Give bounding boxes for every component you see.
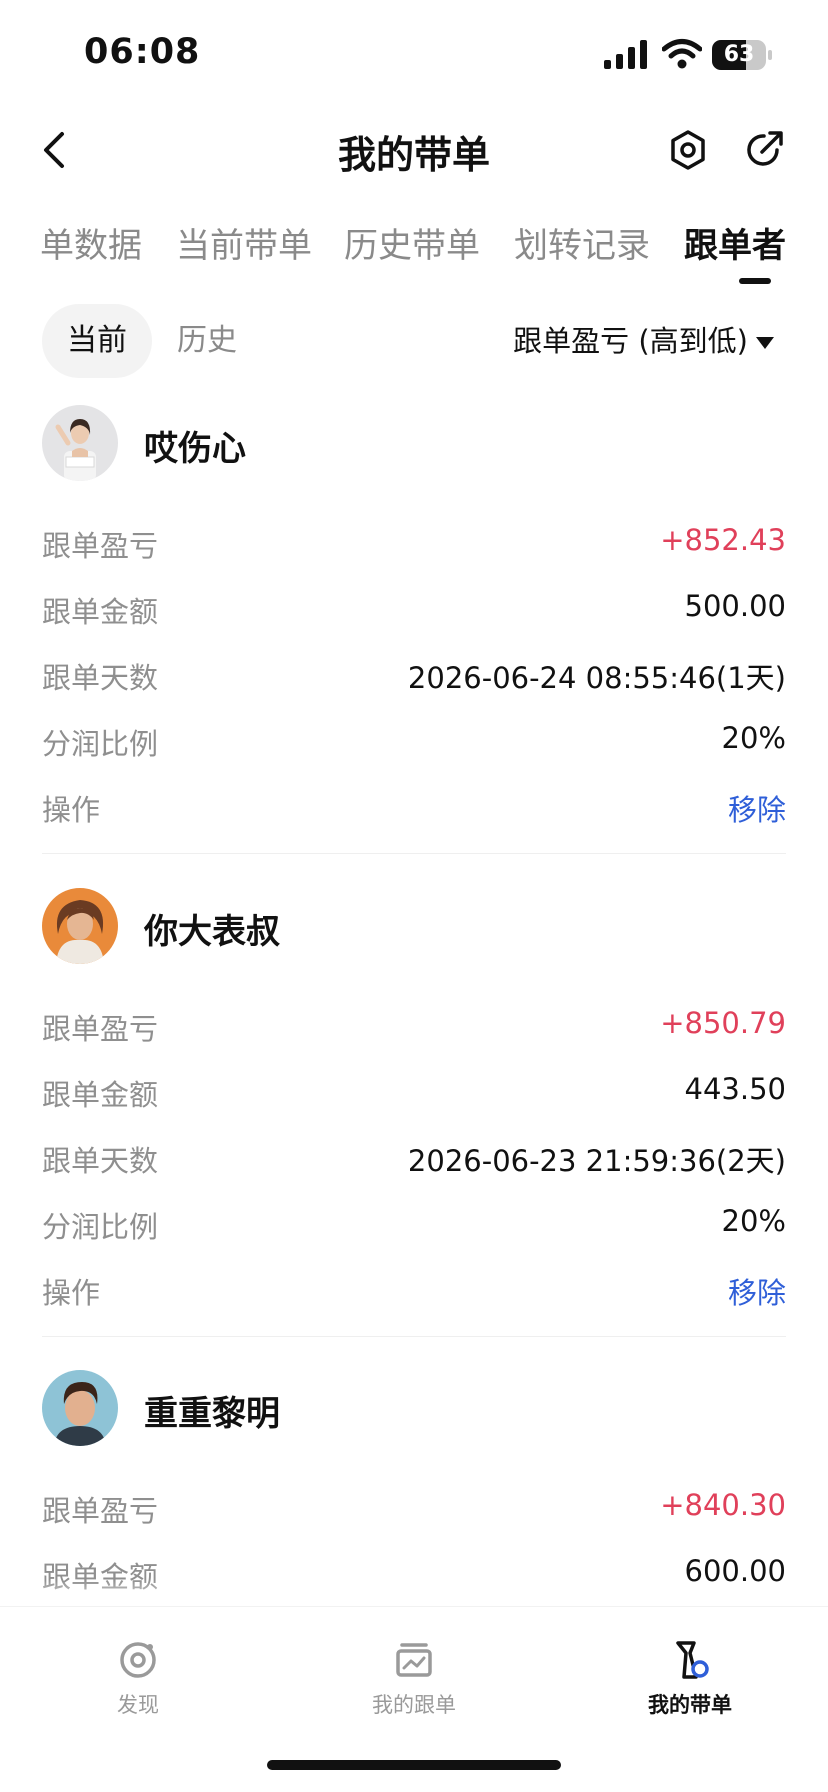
tab-transfer-records[interactable]: 划转记录 xyxy=(514,218,650,267)
tab-current-lead[interactable]: 当前带单 xyxy=(176,218,312,267)
avatar-image xyxy=(42,888,118,964)
row-label: 分润比例 xyxy=(42,1210,159,1244)
days-value: 2026-06-24 08:55:46(1天) xyxy=(407,661,786,695)
row-label: 操作 xyxy=(42,793,101,827)
amount-value: 500.00 xyxy=(684,589,786,623)
status-bar: 06:08 63 xyxy=(0,0,828,110)
copy-trade-icon xyxy=(396,1643,432,1677)
pnl-value: +852.43 xyxy=(660,523,786,557)
page: 06:08 63 我的带单 单数据 当前带单 历史带单 划转记录 跟单者 当前 … xyxy=(0,0,828,1792)
row-action: 操作 移除 xyxy=(42,1256,786,1322)
row-label: 分润比例 xyxy=(42,727,159,761)
caret-down-icon[interactable] xyxy=(756,337,774,349)
avatar-image xyxy=(42,405,118,481)
row-pnl: 跟单盈亏 +852.43 xyxy=(42,509,786,575)
row-label: 跟单盈亏 xyxy=(42,1494,159,1528)
row-label: 跟单天数 xyxy=(42,661,159,695)
battery-level-text: 63 xyxy=(723,42,755,67)
follower-name: 哎伤心 xyxy=(144,429,246,469)
follower-header: 哎伤心 xyxy=(42,405,786,509)
segment-current[interactable]: 当前 xyxy=(42,304,152,378)
battery-icon: 63 xyxy=(712,40,772,70)
cellular-signal-icon xyxy=(604,40,647,69)
nav-label: 发现 xyxy=(117,1693,159,1717)
row-label: 跟单盈亏 xyxy=(42,529,159,563)
active-tab-indicator xyxy=(739,278,771,284)
sort-dropdown[interactable]: 跟单盈亏 (高到低) xyxy=(513,304,748,378)
wifi-icon xyxy=(662,39,702,69)
row-label: 跟单盈亏 xyxy=(42,1012,159,1046)
follower-card: 重重黎明 跟单盈亏 +840.30 跟单金额 600.00 xyxy=(42,1370,786,1606)
row-share-ratio: 分润比例 20% xyxy=(42,707,786,773)
days-value: 2026-06-23 21:59:36(2天) xyxy=(407,1144,786,1178)
follower-name: 重重黎明 xyxy=(144,1394,280,1434)
home-indicator xyxy=(267,1760,561,1770)
row-label: 跟单天数 xyxy=(42,1144,159,1178)
filter-row: 当前 历史 跟单盈亏 (高到低) xyxy=(0,300,828,380)
row-label: 跟单金额 xyxy=(42,1078,159,1112)
avatar[interactable] xyxy=(42,888,118,964)
row-amount: 跟单金额 443.50 xyxy=(42,1058,786,1124)
follower-header: 你大表叔 xyxy=(42,888,786,992)
follower-card: 你大表叔 跟单盈亏 +850.79 跟单金额 443.50 跟单天数 2026-… xyxy=(42,888,786,1322)
card-divider xyxy=(42,853,786,854)
nav-my-lead-trade[interactable]: 我的带单 xyxy=(620,1637,760,1719)
nav-my-copy-trade[interactable]: 我的跟单 xyxy=(344,1637,484,1719)
row-days: 跟单天数 2026-06-23 21:59:36(2天) xyxy=(42,1124,786,1190)
tab-bar: 单数据 当前带单 历史带单 划转记录 跟单者 xyxy=(0,210,828,290)
tab-history-lead[interactable]: 历史带单 xyxy=(344,218,480,267)
card-divider xyxy=(42,1336,786,1337)
remove-button[interactable]: 移除 xyxy=(728,1270,786,1312)
row-label: 跟单金额 xyxy=(42,595,159,629)
share-ratio-value: 20% xyxy=(721,1204,786,1238)
follower-name: 你大表叔 xyxy=(144,912,280,952)
tab-followers[interactable]: 跟单者 xyxy=(684,218,786,267)
discover-icon xyxy=(120,1642,156,1678)
segment-history[interactable]: 历史 xyxy=(170,304,244,378)
pnl-value: +840.30 xyxy=(660,1488,786,1522)
remove-button[interactable]: 移除 xyxy=(728,787,786,829)
row-pnl: 跟单盈亏 +840.30 xyxy=(42,1474,786,1540)
settings-icon[interactable] xyxy=(668,128,708,172)
row-share-ratio: 分润比例 20% xyxy=(42,1190,786,1256)
battery-body: 63 xyxy=(712,40,766,70)
nav-discover[interactable]: 发现 xyxy=(68,1637,208,1719)
header: 我的带单 xyxy=(0,110,828,190)
avatar[interactable] xyxy=(42,405,118,481)
tab-order-data[interactable]: 单数据 xyxy=(40,218,142,267)
share-icon[interactable] xyxy=(744,128,786,170)
lead-trade-icon xyxy=(676,1641,709,1679)
nav-label: 我的带单 xyxy=(648,1693,732,1717)
nav-label: 我的跟单 xyxy=(372,1693,456,1717)
avatar-image xyxy=(42,1370,118,1446)
amount-value: 443.50 xyxy=(684,1072,786,1106)
row-action: 操作 移除 xyxy=(42,773,786,839)
share-ratio-value: 20% xyxy=(721,721,786,755)
pnl-value: +850.79 xyxy=(660,1006,786,1040)
row-pnl: 跟单盈亏 +850.79 xyxy=(42,992,786,1058)
battery-tip xyxy=(768,50,772,60)
avatar[interactable] xyxy=(42,1370,118,1446)
row-days: 跟单天数 2026-06-24 08:55:46(1天) xyxy=(42,641,786,707)
row-label: 操作 xyxy=(42,1276,101,1310)
follower-header: 重重黎明 xyxy=(42,1370,786,1474)
status-time: 06:08 xyxy=(84,32,201,72)
row-amount: 跟单金额 500.00 xyxy=(42,575,786,641)
follower-card: 哎伤心 跟单盈亏 +852.43 跟单金额 500.00 跟单天数 2026-0… xyxy=(42,405,786,839)
